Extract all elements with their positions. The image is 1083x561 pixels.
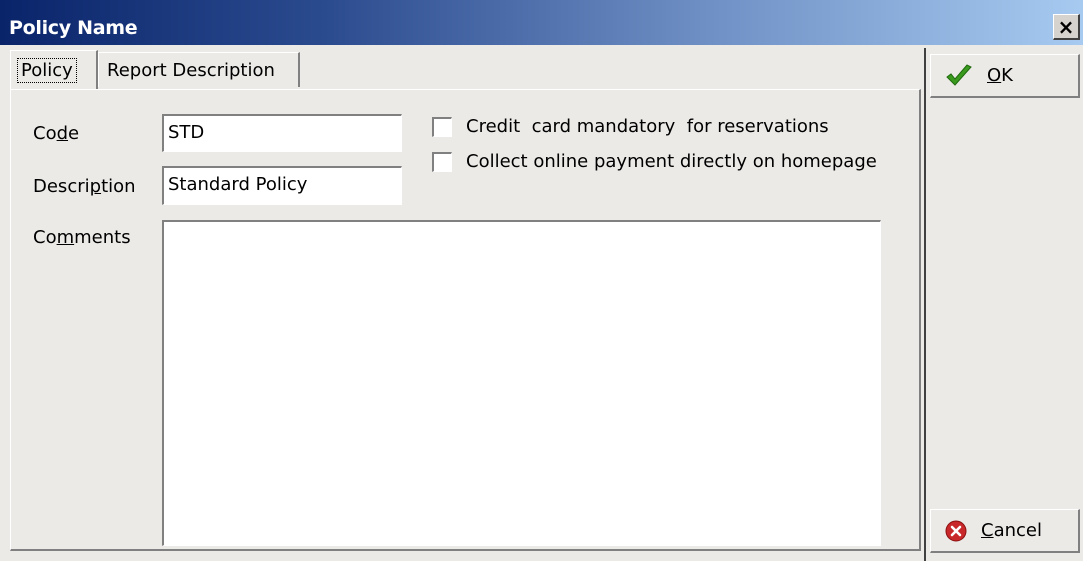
description-input[interactable]: Standard Policy xyxy=(162,166,402,205)
policy-name-dialog: Policy Name × Policy Report Description … xyxy=(0,0,1083,561)
comments-textarea[interactable] xyxy=(162,220,881,546)
tab-policy-label: Policy xyxy=(17,57,77,83)
collect-online-payment-checkbox-row[interactable]: Collect online payment directly on homep… xyxy=(432,151,877,172)
close-button[interactable]: × xyxy=(1053,14,1080,40)
tab-report-description[interactable]: Report Description xyxy=(98,52,300,87)
close-icon: × xyxy=(1057,14,1075,39)
credit-card-mandatory-checkbox[interactable] xyxy=(432,116,452,137)
tab-policy[interactable]: Policy xyxy=(10,50,98,89)
credit-card-mandatory-label: Credit card mandatory for reservations xyxy=(466,116,829,137)
comments-label: Comments xyxy=(33,227,131,248)
checkmark-icon xyxy=(945,63,973,88)
action-button-column: OK Cancel xyxy=(924,48,1083,561)
policy-tab-panel: Code STD Description Standard Policy Com… xyxy=(10,89,921,551)
code-label: Code xyxy=(33,123,80,144)
ok-button[interactable]: OK xyxy=(930,54,1080,98)
collect-online-payment-checkbox[interactable] xyxy=(432,151,452,172)
credit-card-mandatory-checkbox-row[interactable]: Credit card mandatory for reservations xyxy=(432,116,829,137)
cancel-button[interactable]: Cancel xyxy=(930,509,1080,553)
title-bar[interactable]: Policy Name × xyxy=(0,0,1083,45)
cancel-label: Cancel xyxy=(981,520,1042,541)
tab-report-description-label: Report Description xyxy=(107,59,275,81)
collect-online-payment-label: Collect online payment directly on homep… xyxy=(466,151,877,172)
ok-label: OK xyxy=(987,65,1013,86)
code-input[interactable]: STD xyxy=(162,114,402,152)
description-label: Description xyxy=(33,176,136,197)
cancel-icon xyxy=(945,520,967,542)
window-title: Policy Name xyxy=(9,17,138,39)
